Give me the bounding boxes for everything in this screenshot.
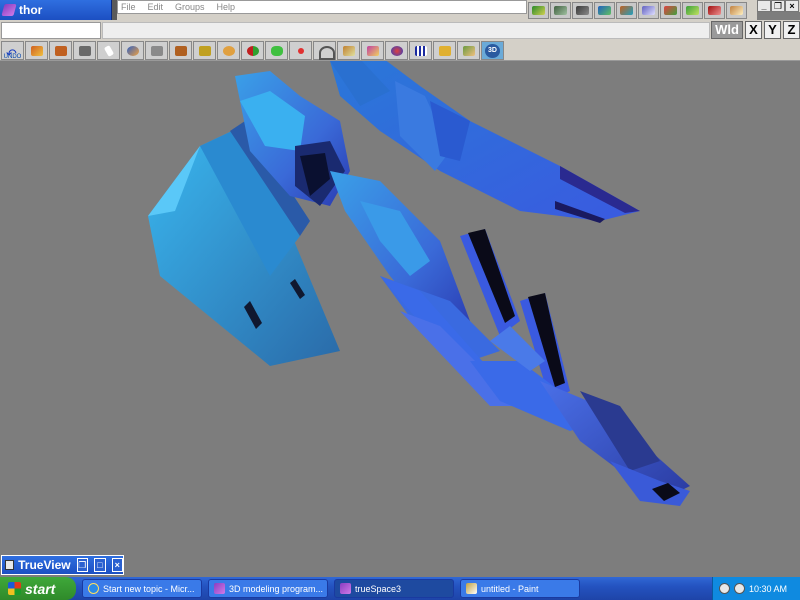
boolean-icon[interactable]	[241, 41, 264, 60]
z-axis-button[interactable]: Z	[783, 21, 800, 39]
sweep-icon[interactable]	[337, 41, 360, 60]
start-button[interactable]: start	[0, 577, 76, 600]
start-label: start	[25, 580, 56, 597]
system-tray: 10:30 AM	[712, 577, 800, 600]
object-tool-icon[interactable]	[25, 41, 48, 60]
undo-button[interactable]: UNDO	[1, 39, 24, 69]
sphere-icon[interactable]	[217, 41, 240, 60]
menu-groups[interactable]: Groups	[175, 2, 205, 12]
scene-view-icon[interactable]	[550, 1, 571, 19]
trueview-window-icon	[5, 560, 15, 570]
spline-icon[interactable]	[313, 41, 336, 60]
network-icon[interactable]	[719, 583, 730, 594]
taskbar-item-label: untitled - Paint	[481, 583, 539, 594]
info-field	[102, 22, 710, 39]
grid-view-icon[interactable]	[638, 1, 659, 19]
clock[interactable]: 10:30 AM	[749, 584, 787, 594]
paint-icon	[466, 583, 477, 594]
menu-bar: File Edit Groups Help	[117, 0, 527, 14]
point-edit-icon[interactable]	[289, 41, 312, 60]
primitives-cube-icon[interactable]	[49, 41, 72, 60]
animation-icon[interactable]	[704, 1, 725, 19]
3d-label: 3D	[485, 44, 500, 58]
window-controls: _ ❐ ×	[757, 0, 800, 12]
restore-button[interactable]: ❐	[771, 0, 785, 12]
3d-viewport[interactable]	[0, 61, 800, 577]
help-icon[interactable]	[726, 1, 747, 19]
metaball-icon[interactable]	[265, 41, 288, 60]
trueview-title: TrueView	[18, 558, 71, 572]
3d-view-button[interactable]: 3D	[481, 41, 504, 60]
taskbar-item-label: trueSpace3	[355, 583, 402, 594]
close-button[interactable]: ×	[785, 0, 799, 12]
paint-brush-icon[interactable]	[361, 41, 384, 60]
select-arrow-icon[interactable]	[97, 41, 120, 60]
status-field	[1, 22, 101, 39]
y-axis-button[interactable]: Y	[764, 21, 781, 39]
group-icon[interactable]	[73, 41, 96, 60]
truespace-icon	[214, 583, 225, 594]
taskbar-item-label: Start new topic - Micr...	[103, 583, 195, 594]
wireframe-icon[interactable]	[572, 1, 593, 19]
menu-file[interactable]: File	[121, 2, 136, 12]
trueview-restore-button[interactable]: ❐	[76, 558, 89, 572]
material-balls-icon[interactable]	[385, 41, 408, 60]
trueview-panel[interactable]: TrueView ❐ □ ×	[1, 555, 124, 575]
render-scene-icon[interactable]	[528, 1, 549, 19]
internet-explorer-icon	[88, 583, 99, 594]
scale-icon[interactable]	[169, 41, 192, 60]
taskbar-item-truespace[interactable]: trueSpace3	[334, 579, 454, 598]
window-title: thor	[19, 3, 43, 17]
coordinate-system-buttons: Wld X Y Z	[711, 21, 800, 40]
taskbar-item-browser[interactable]: Start new topic - Micr...	[82, 579, 202, 598]
grid-icon[interactable]	[409, 41, 432, 60]
truespace-icon	[1, 4, 17, 16]
light-icon[interactable]	[594, 1, 615, 19]
world-coordinates-button[interactable]: Wld	[711, 21, 743, 39]
taskbar-item-paint[interactable]: untitled - Paint	[460, 579, 580, 598]
windows-flag-icon	[8, 582, 21, 595]
lattice-icon[interactable]	[433, 41, 456, 60]
camera-icon[interactable]	[616, 1, 637, 19]
spaceship-model	[148, 61, 690, 506]
paint-object-icon[interactable]	[660, 1, 681, 19]
x-axis-button[interactable]: X	[745, 21, 762, 39]
truespace-icon	[340, 583, 351, 594]
window-title-bar[interactable]: thor	[0, 0, 112, 20]
taskbar-item-forum[interactable]: 3D modeling program...	[208, 579, 328, 598]
view-toolbar	[527, 0, 757, 20]
plane-icon[interactable]	[457, 41, 480, 60]
truespace-app-window: thor File Edit Groups Help _ ❐ × Wld X Y…	[0, 0, 800, 600]
trueview-close-button[interactable]: ×	[111, 558, 123, 572]
menu-edit[interactable]: Edit	[148, 2, 164, 12]
taskbar-item-label: 3D modeling program...	[229, 583, 324, 594]
main-toolbar: UNDO 3D	[0, 39, 800, 69]
material-library-icon[interactable]	[682, 1, 703, 19]
menu-help[interactable]: Help	[217, 2, 236, 12]
volume-icon[interactable]	[734, 583, 745, 594]
status-row	[0, 20, 800, 40]
rotate-icon[interactable]	[121, 41, 144, 60]
move-up-icon[interactable]	[145, 41, 168, 60]
deform-icon[interactable]	[193, 41, 216, 60]
trueview-maximize-button[interactable]: □	[94, 558, 106, 572]
windows-taskbar: start Start new topic - Micr... 3D model…	[0, 577, 800, 600]
minimize-button[interactable]: _	[757, 0, 771, 12]
